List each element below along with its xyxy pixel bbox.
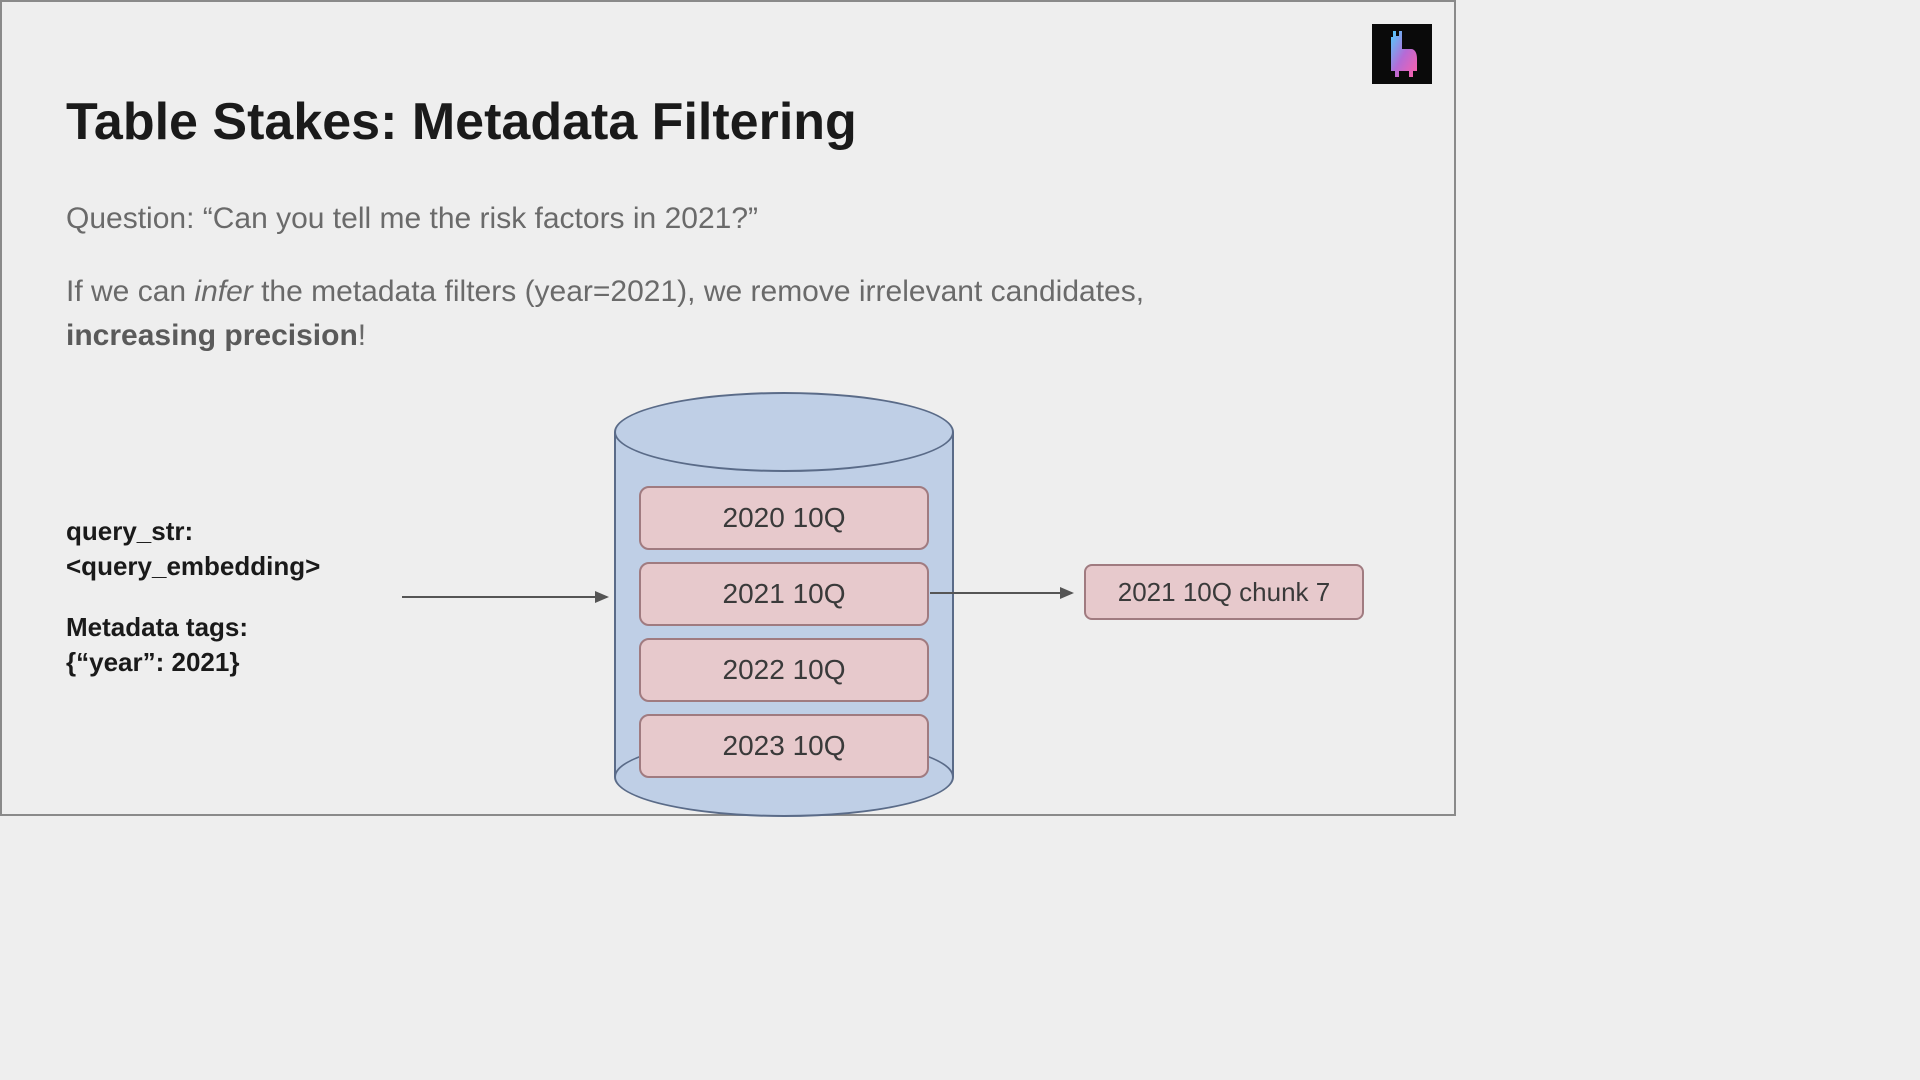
doc-item: 2021 10Q [639,562,929,626]
arrow-query-to-db [402,596,607,598]
doc-item: 2020 10Q [639,486,929,550]
doc-item: 2022 10Q [639,638,929,702]
slide-title: Table Stakes: Metadata Filtering [66,92,857,152]
query-str-label: query_str: [66,514,320,549]
llama-logo [1372,24,1432,84]
explanation-text: If we can infer the metadata filters (ye… [66,270,1354,357]
explain-pre: If we can [66,275,194,308]
arrow-db-to-output [930,592,1072,594]
doc-item: 2023 10Q [639,714,929,778]
query-embedding: <query_embedding> [66,549,320,584]
output-chunk: 2021 10Q chunk 7 [1084,564,1364,620]
metadata-tags-value: {“year”: 2021} [66,645,320,680]
metadata-tags-label: Metadata tags: [66,610,320,645]
document-stack: 2020 10Q 2021 10Q 2022 10Q 2023 10Q [639,486,929,778]
explain-italic: infer [194,275,252,308]
query-block: query_str: <query_embedding> Metadata ta… [66,514,320,680]
question-text: Question: “Can you tell me the risk fact… [66,202,758,236]
llama-icon [1385,31,1419,77]
explain-bold: increasing precision [66,319,358,352]
explain-mid: the metadata filters (year=2021), we rem… [253,275,1144,308]
explain-post: ! [358,319,366,352]
